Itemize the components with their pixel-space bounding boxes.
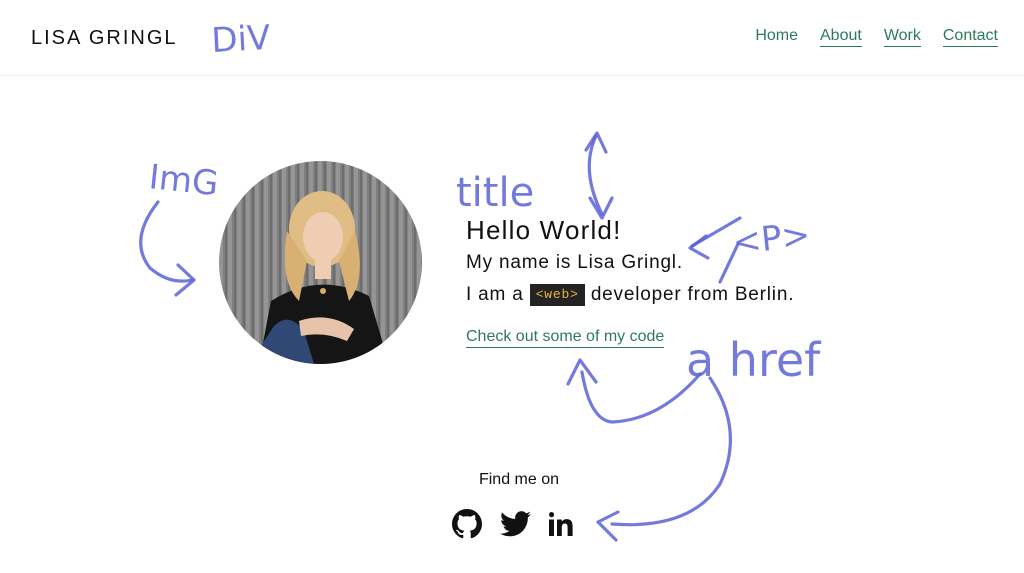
github-icon[interactable] bbox=[452, 509, 482, 544]
site-header: LISA GRINGL Home About Work Contact bbox=[0, 0, 1024, 76]
find-me-label: Find me on bbox=[478, 471, 560, 488]
twitter-icon[interactable] bbox=[500, 511, 531, 542]
img-arrow bbox=[139, 200, 194, 283]
role-suffix: developer from Berlin. bbox=[590, 284, 795, 305]
a-arrowhead-social bbox=[596, 510, 620, 542]
linkedin-icon[interactable] bbox=[549, 512, 573, 541]
main-nav: Home About Work Contact bbox=[755, 27, 998, 47]
title-arrowheads bbox=[584, 131, 608, 154]
intro-section: Hello World! My name is Lisa Gringl. I a… bbox=[466, 213, 794, 348]
nav-work[interactable]: Work bbox=[883, 27, 921, 47]
hero-title: Hello World! bbox=[466, 215, 622, 245]
hero-role-line: I am a <web> developer from Berlin. bbox=[466, 279, 794, 311]
annotation-title: title bbox=[456, 170, 534, 216]
nav-home[interactable]: Home bbox=[755, 27, 798, 47]
role-prefix: I am a bbox=[466, 284, 524, 305]
a-arrow-social bbox=[610, 376, 732, 527]
web-tag: <web> bbox=[529, 284, 585, 306]
nav-contact[interactable]: Contact bbox=[942, 27, 998, 47]
code-link[interactable]: Check out some of my code bbox=[466, 327, 665, 348]
annotation-img: ImG bbox=[147, 157, 220, 204]
nav-about[interactable]: About bbox=[820, 27, 862, 47]
img-arrowhead bbox=[174, 263, 196, 297]
a-arrow-link bbox=[580, 370, 702, 424]
title-arrow bbox=[587, 134, 604, 216]
hero-name-line: My name is Lisa Gringl. bbox=[466, 252, 683, 273]
a-arrowhead-link bbox=[566, 358, 598, 386]
social-links bbox=[452, 509, 573, 544]
site-logo[interactable]: LISA GRINGL bbox=[31, 27, 178, 50]
profile-photo bbox=[219, 161, 422, 364]
